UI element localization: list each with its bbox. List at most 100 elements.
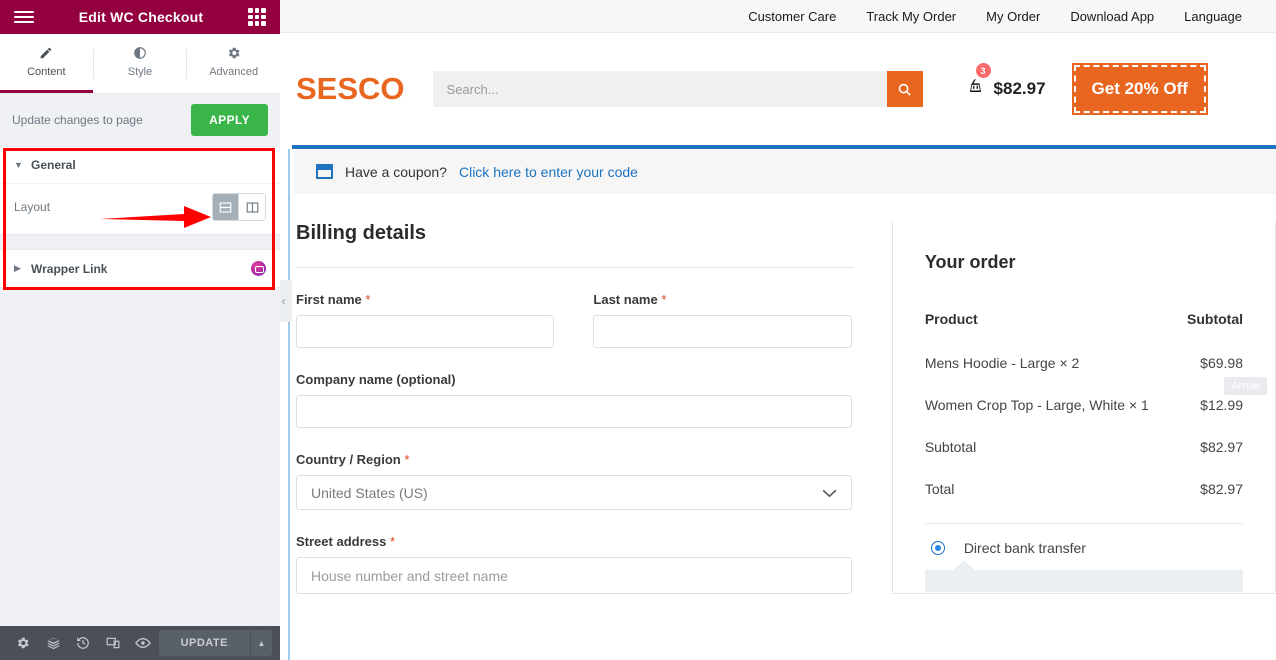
required-marker: * [404, 452, 410, 467]
section-general: ▼ General Layout [0, 146, 280, 235]
apply-label: Update changes to page [12, 113, 143, 127]
settings-icon[interactable] [8, 626, 38, 660]
tab-style[interactable]: Style [94, 34, 187, 93]
topnav-download-app[interactable]: Download App [1070, 9, 1154, 24]
first-name-input[interactable] [296, 315, 555, 348]
section-wrapper-link-header[interactable]: ▶ Wrapper Link [0, 250, 280, 287]
basket-icon [965, 77, 986, 101]
site-logo[interactable]: SESCO [288, 71, 405, 107]
payment-method-direct-bank-transfer[interactable]: Direct bank transfer [925, 524, 1243, 556]
column-product: Product [924, 311, 978, 327]
last-name-input[interactable] [593, 315, 852, 348]
section-general-title: General [31, 158, 76, 172]
topnav-track-my-order[interactable]: Track My Order [866, 9, 956, 24]
layers-icon[interactable] [38, 626, 68, 660]
panel-header: Edit WC Checkout [0, 0, 280, 34]
country-region-label-text: Country / Region [296, 452, 401, 467]
order-subtotal-value: $82.97 [1200, 439, 1243, 455]
layout-control-row: Layout [0, 183, 280, 234]
page-title: Edit WC Checkout [78, 9, 204, 25]
checkout-section: Have a coupon? Click here to enter your … [280, 145, 1276, 660]
search-input[interactable] [432, 71, 887, 107]
first-name-label-text: First name [296, 292, 362, 307]
promo-button[interactable]: Get 20% Off [1071, 63, 1208, 115]
contrast-circle-icon [133, 46, 147, 62]
column-subtotal: Subtotal [1187, 311, 1243, 327]
payment-description-box [924, 561, 1243, 592]
billing-name-row: First name * Last name * [294, 268, 854, 348]
order-item-product: Women Crop Top - Large, White × 1 [924, 397, 1149, 413]
street-address-label-text: Street address [296, 534, 387, 549]
tab-content-label: Content [27, 66, 66, 78]
coupon-icon [316, 164, 333, 179]
stacked-layout-icon[interactable] [213, 194, 239, 220]
billing-heading: Billing details [296, 222, 427, 244]
topnav-customer-care[interactable]: Customer Care [748, 9, 836, 24]
panel-empty-area [0, 288, 280, 626]
hamburger-icon[interactable] [14, 11, 34, 23]
panel-collapse-handle[interactable]: ‹ [280, 280, 292, 322]
responsive-icon[interactable] [98, 626, 128, 660]
cart-summary[interactable]: 3 $82.97 [965, 63, 1046, 101]
country-region-label: Country / Region * [296, 452, 852, 467]
layout-choices [212, 193, 266, 221]
panel-tabs: Content Style Advanced [0, 34, 280, 94]
billing-details-column: ‹ Billing details First name * Last name… [280, 222, 854, 594]
tab-style-label: Style [127, 66, 153, 78]
pencil-icon [39, 46, 53, 62]
table-row-total: Total $82.97 [925, 481, 1243, 524]
top-utility-nav: Customer Care Track My Order My Order Do… [280, 0, 1276, 33]
field-country-region: Country / Region * United States (US) [294, 452, 854, 510]
field-street-address: Street address * [294, 534, 854, 594]
order-heading: Your order [924, 252, 1016, 272]
section-general-header[interactable]: ▼ General [0, 147, 280, 183]
tab-advanced[interactable]: Advanced [187, 34, 280, 93]
pro-badge-icon [251, 261, 266, 276]
order-subtotal-label: Subtotal [924, 439, 977, 455]
table-row-subtotal: Subtotal $82.97 [925, 439, 1243, 481]
payment-radio[interactable] [930, 541, 945, 555]
update-button-group: UPDATE ▲ [158, 630, 272, 656]
table-row: Women Crop Top - Large, White × 1 $12.99 [925, 397, 1243, 439]
required-marker: * [661, 292, 667, 307]
elementor-panel: Edit WC Checkout Content Style Advanced … [0, 0, 280, 660]
panel-section-gap [0, 235, 280, 249]
order-table-header-row: Product Subtotal [925, 311, 1243, 355]
arrow-tooltip: Arrow [1224, 377, 1267, 395]
table-row: Mens Hoodie - Large × 2 $69.98 [925, 355, 1243, 397]
apply-changes-row: Update changes to page APPLY [0, 94, 280, 146]
order-summary-panel: Your order Arrow Product Subtotal Mens H… [891, 222, 1276, 594]
tab-content[interactable]: Content [0, 34, 93, 93]
elementor-editor-window: Edit WC Checkout Content Style Advanced … [0, 0, 1276, 660]
company-name-label: Company name (optional) [296, 372, 456, 387]
last-name-label-text: Last name [593, 292, 658, 307]
coupon-text: Have a coupon? [345, 163, 447, 180]
last-name-label: Last name * [593, 292, 851, 307]
two-column-layout-icon[interactable] [239, 194, 265, 220]
topnav-language[interactable]: Language [1184, 9, 1242, 24]
field-company-name: Company name (optional) [294, 372, 854, 428]
section-wrapper-link: ▶ Wrapper Link [0, 249, 280, 288]
street-address-input[interactable] [296, 557, 852, 594]
topnav-my-order[interactable]: My Order [986, 9, 1040, 24]
layout-label: Layout [14, 200, 51, 214]
apply-button[interactable]: APPLY [191, 104, 268, 136]
grid-icon[interactable] [248, 8, 266, 26]
update-options-caret-icon[interactable]: ▲ [250, 630, 272, 656]
order-total-value: $82.97 [1200, 481, 1243, 497]
site-preview: Customer Care Track My Order My Order Do… [280, 0, 1276, 660]
street-address-label: Street address * [296, 534, 852, 549]
search-bar [432, 71, 923, 107]
required-marker: * [365, 292, 371, 307]
update-button[interactable]: UPDATE [158, 630, 250, 656]
cart-count-badge: 3 [975, 63, 991, 78]
preview-eye-icon[interactable] [128, 626, 158, 660]
search-button[interactable] [886, 71, 923, 107]
company-name-input[interactable] [296, 395, 852, 428]
coupon-link[interactable]: Click here to enter your code [459, 164, 638, 180]
panel-footer: UPDATE ▲ [0, 626, 280, 660]
history-icon[interactable] [68, 626, 98, 660]
cart-amount: $82.97 [993, 79, 1046, 98]
country-region-select[interactable]: United States (US) [296, 475, 852, 510]
payment-label: Direct bank transfer [963, 540, 1086, 556]
